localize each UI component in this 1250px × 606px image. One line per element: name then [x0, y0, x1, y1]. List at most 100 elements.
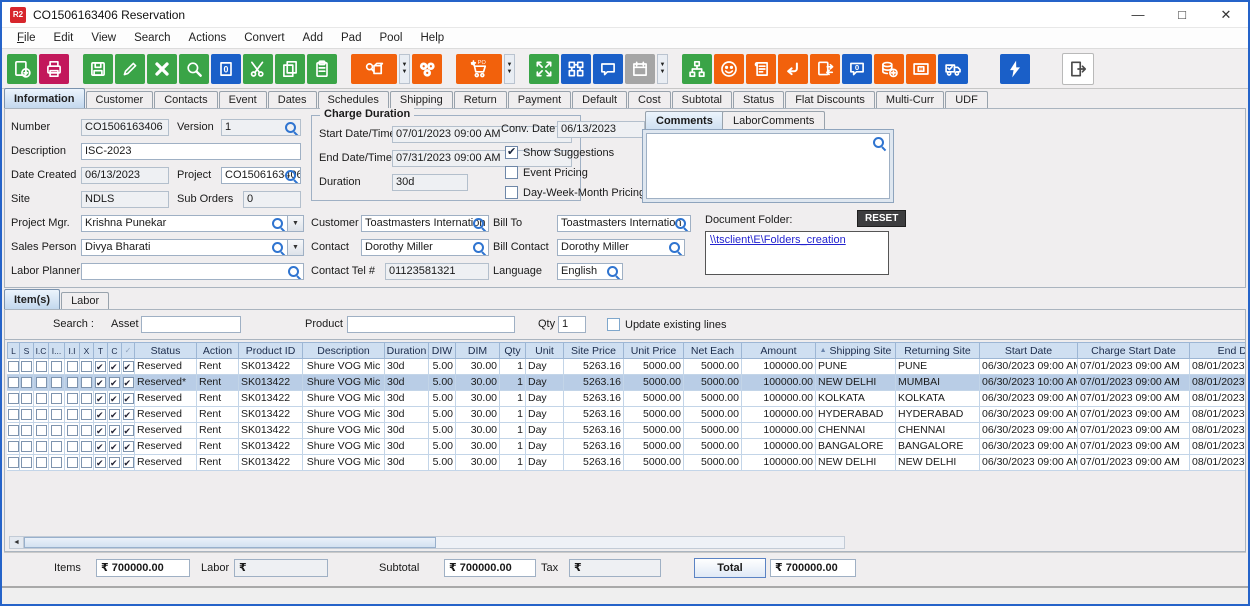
- row-checkbox-T[interactable]: [95, 441, 106, 452]
- quick-action-button[interactable]: [1000, 54, 1030, 84]
- row-checkbox-T[interactable]: [95, 393, 106, 404]
- expand-button[interactable]: [529, 54, 559, 84]
- maximize-button[interactable]: □: [1160, 7, 1204, 22]
- column-header-amount[interactable]: Amount: [742, 342, 816, 359]
- row-checkbox-check[interactable]: [123, 377, 134, 388]
- row-checkbox-X[interactable]: [81, 361, 92, 372]
- row-checkbox-I...[interactable]: [51, 457, 62, 468]
- tab-dates[interactable]: Dates: [268, 91, 317, 108]
- row-checkbox-S[interactable]: [21, 409, 32, 420]
- column-header-charge-start-date[interactable]: Charge Start Date: [1078, 342, 1190, 359]
- bill-contact-field[interactable]: Dorothy Miller: [557, 239, 685, 256]
- row-checkbox-T[interactable]: [95, 409, 106, 420]
- tab-default[interactable]: Default: [572, 91, 627, 108]
- transfer-clipboard-button[interactable]: [810, 54, 840, 84]
- tab-information[interactable]: Information: [4, 88, 85, 108]
- menu-edit[interactable]: Edit: [45, 30, 83, 46]
- scrollbar-thumb[interactable]: [24, 537, 436, 548]
- column-header-status[interactable]: Status: [135, 342, 197, 359]
- table-row-2[interactable]: Reserved*RentSK013422Shure VOG Mic30d5.0…: [7, 375, 1246, 391]
- search-icon[interactable]: [873, 137, 886, 150]
- shipping-truck-button[interactable]: [938, 54, 968, 84]
- menu-convert[interactable]: Convert: [235, 30, 293, 46]
- menu-pool[interactable]: Pool: [370, 30, 411, 46]
- row-checkbox-C[interactable]: [109, 409, 120, 420]
- column-header-start-date[interactable]: Start Date: [980, 342, 1078, 359]
- description-field[interactable]: ISC-2023: [81, 143, 301, 160]
- show-suggestions-checkbox[interactable]: Show Suggestions: [505, 146, 614, 159]
- column-header-dim[interactable]: DIM: [456, 342, 500, 359]
- qty-input[interactable]: 1: [558, 316, 586, 333]
- tab-subtotal[interactable]: Subtotal: [672, 91, 732, 108]
- menu-search[interactable]: Search: [125, 30, 179, 46]
- table-row-1[interactable]: ReservedRentSK013422Shure VOG Mic30d5.00…: [7, 359, 1246, 375]
- reset-button[interactable]: RESET: [857, 210, 906, 227]
- row-checkbox-S[interactable]: [21, 361, 32, 372]
- row-checkbox-L[interactable]: [8, 425, 19, 436]
- row-checkbox-I...[interactable]: [51, 409, 62, 420]
- row-checkbox-L[interactable]: [8, 409, 19, 420]
- column-header-description[interactable]: Description: [303, 342, 385, 359]
- document-folder-link[interactable]: \\tsclient\E\Folders_creation: [710, 234, 846, 246]
- column-header-unit[interactable]: Unit: [526, 342, 564, 359]
- column-header-X[interactable]: X: [80, 342, 94, 359]
- add-charges-button[interactable]: [874, 54, 904, 84]
- minimize-button[interactable]: —: [1116, 7, 1160, 22]
- version-field[interactable]: 1: [221, 119, 301, 136]
- comments-count-button[interactable]: 0: [842, 54, 872, 84]
- sales-person-field[interactable]: Divya Bharati: [81, 239, 288, 256]
- tab-udf[interactable]: UDF: [945, 91, 988, 108]
- add-to-cart-dropdown[interactable]: ▼▼: [504, 54, 515, 84]
- search-icon[interactable]: [272, 218, 285, 231]
- column-header-L[interactable]: L: [7, 342, 20, 359]
- customer-smiley-button[interactable]: [714, 54, 744, 84]
- paste-button[interactable]: [307, 54, 337, 84]
- project-mgr-dropdown[interactable]: ▼: [287, 215, 304, 232]
- menu-add[interactable]: Add: [294, 30, 332, 46]
- sub-orders-field[interactable]: 0: [243, 191, 301, 208]
- row-checkbox-I.I[interactable]: [67, 393, 78, 404]
- column-header-I.I[interactable]: I.I: [65, 342, 80, 359]
- table-row-7[interactable]: ReservedRentSK013422Shure VOG Mic30d5.00…: [7, 455, 1246, 471]
- notes-button[interactable]: [593, 54, 623, 84]
- row-checkbox-C[interactable]: [109, 457, 120, 468]
- row-checkbox-I.I[interactable]: [67, 361, 78, 372]
- date-created-field[interactable]: 06/13/2023: [81, 167, 169, 184]
- row-checkbox-T[interactable]: [95, 361, 106, 372]
- row-checkbox-X[interactable]: [81, 441, 92, 452]
- row-checkbox-I...[interactable]: [51, 425, 62, 436]
- column-header-I.C[interactable]: I.C: [34, 342, 49, 359]
- cut-button[interactable]: [243, 54, 273, 84]
- row-checkbox-I...[interactable]: [51, 441, 62, 452]
- calendar-dropdown[interactable]: ▼▼: [657, 54, 668, 84]
- row-checkbox-C[interactable]: [109, 393, 120, 404]
- row-checkbox-T[interactable]: [95, 377, 106, 388]
- row-checkbox-I.I[interactable]: [67, 457, 78, 468]
- row-checkbox-I...[interactable]: [51, 377, 62, 388]
- search-button[interactable]: [179, 54, 209, 84]
- row-checkbox-check[interactable]: [123, 457, 134, 468]
- column-header-product-id[interactable]: Product ID: [239, 342, 303, 359]
- row-checkbox-L[interactable]: [8, 377, 19, 388]
- number-field[interactable]: CO1506163406: [81, 119, 169, 136]
- row-checkbox-L[interactable]: [8, 441, 19, 452]
- column-header-returning-site[interactable]: Returning Site: [896, 342, 980, 359]
- copy-button[interactable]: [275, 54, 305, 84]
- save-button[interactable]: [83, 54, 113, 84]
- menu-help[interactable]: Help: [412, 30, 454, 46]
- asset-input[interactable]: [141, 316, 241, 333]
- new-document-button[interactable]: [7, 54, 37, 84]
- row-checkbox-check[interactable]: [123, 361, 134, 372]
- row-checkbox-T[interactable]: [95, 425, 106, 436]
- tab-items[interactable]: Item(s): [4, 289, 60, 309]
- event-pricing-checkbox[interactable]: Event Pricing: [505, 166, 588, 179]
- total-button[interactable]: Total: [694, 558, 766, 578]
- row-checkbox-L[interactable]: [8, 361, 19, 372]
- column-header-C[interactable]: C: [108, 342, 122, 359]
- row-checkbox-C[interactable]: [109, 425, 120, 436]
- row-checkbox-check[interactable]: [123, 393, 134, 404]
- conv-date-field[interactable]: 06/13/2023: [557, 121, 645, 138]
- menu-pad[interactable]: Pad: [332, 30, 370, 46]
- tab-multi-curr[interactable]: Multi-Curr: [876, 91, 944, 108]
- bill-to-field[interactable]: Toastmasters Internation: [557, 215, 691, 232]
